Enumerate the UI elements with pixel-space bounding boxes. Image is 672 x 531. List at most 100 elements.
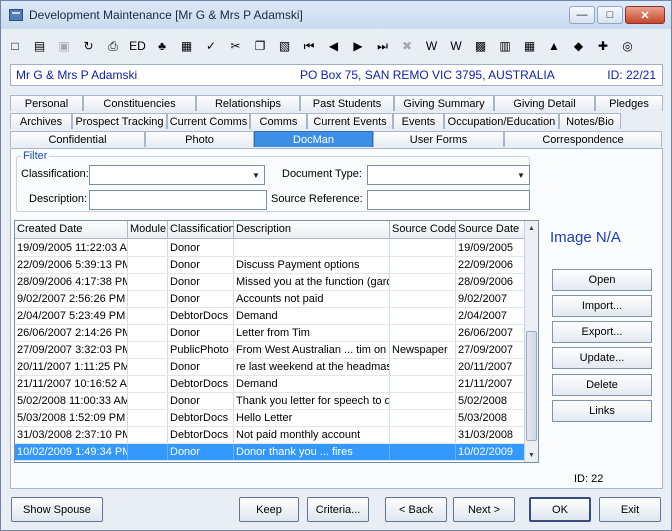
table-cell: DebtorDocs <box>168 427 234 443</box>
criteria-button[interactable]: Criteria... <box>307 497 369 522</box>
column-header-source-code[interactable]: Source Code <box>390 221 456 239</box>
alert-icon[interactable]: ▲ <box>544 36 564 56</box>
table-cell: Hello Letter <box>234 410 390 426</box>
print-icon[interactable]: ⎙ <box>103 36 123 56</box>
table-row[interactable]: 19/09/2005 11:22:03 A Donor 19/09/2005 <box>15 240 525 257</box>
open-folder-icon[interactable]: ▤ <box>30 36 50 56</box>
column-header-created-date[interactable]: Created Date <box>15 221 128 239</box>
tab-comms[interactable]: Comms <box>250 113 307 129</box>
tab-notes-bio[interactable]: Notes/Bio <box>559 113 621 129</box>
preview-icon[interactable]: ◎ <box>618 36 638 56</box>
links-button[interactable]: Links <box>552 400 652 422</box>
chevron-down-icon[interactable]: ▼ <box>248 166 264 184</box>
word-doc-icon[interactable]: W <box>446 36 466 56</box>
column-header-description[interactable]: Description <box>234 221 390 239</box>
tab-pledges[interactable]: Pledges <box>595 95 663 111</box>
vertical-scrollbar[interactable]: ▲ ▼ <box>524 221 538 462</box>
maximize-button[interactable]: □ <box>597 6 623 24</box>
documents-grid[interactable]: Created Date Module Classification Descript… <box>14 220 539 463</box>
ok-button[interactable]: OK <box>529 497 591 522</box>
import-button[interactable]: Import... <box>552 295 652 317</box>
tab-user-forms[interactable]: User Forms <box>373 131 504 147</box>
cut-icon[interactable]: ✂ <box>226 36 246 56</box>
keep-button[interactable]: Keep <box>239 497 299 522</box>
table-cell: re last weekend at the headmas <box>236 359 390 375</box>
show-spouse-button[interactable]: Show Spouse <box>11 497 103 522</box>
calendar-icon[interactable]: ▦ <box>520 36 540 56</box>
table-cell: 28/09/2006 4:17:38 PM <box>17 274 128 290</box>
description-input[interactable] <box>89 190 267 210</box>
scroll-thumb[interactable] <box>526 331 537 441</box>
table-row[interactable]: 2/04/2007 5:23:49 PM DebtorDocs Demand 2/04… <box>15 308 525 325</box>
close-button[interactable]: ✕ <box>625 6 665 24</box>
table-row[interactable]: 5/02/2008 11:00:33 AM Donor Thank you lett… <box>15 393 525 410</box>
tab-events[interactable]: Events <box>393 113 444 129</box>
paste-icon[interactable]: ▧ <box>275 36 295 56</box>
clipboard-icon[interactable]: ▥ <box>495 36 515 56</box>
source-reference-label: Source Reference: <box>271 193 363 205</box>
column-header-module[interactable]: Module <box>128 221 168 239</box>
open-button[interactable]: Open <box>552 269 652 291</box>
delete-button[interactable]: Delete <box>552 374 652 396</box>
tab-correspondence[interactable]: Correspondence <box>504 131 662 147</box>
exit-button[interactable]: Exit <box>599 497 661 522</box>
word-icon[interactable]: W <box>422 36 442 56</box>
tab-confidential[interactable]: Confidential <box>10 131 145 147</box>
table-cell <box>128 308 168 324</box>
export-button[interactable]: Export... <box>552 321 652 343</box>
table-row[interactable]: 5/03/2008 1:52:09 PM DebtorDocs Hello Lett… <box>15 410 525 427</box>
copy-icon[interactable]: ❐ <box>250 36 270 56</box>
tab-current-comms[interactable]: Current Comms <box>167 113 250 129</box>
tab-past-students[interactable]: Past Students <box>300 95 394 111</box>
table-row[interactable]: 28/09/2006 4:17:38 PM Donor Missed you at … <box>15 274 525 291</box>
table-row[interactable]: 21/11/2007 10:16:52 A DebtorDocs Demand 21/… <box>15 376 525 393</box>
edit-icon[interactable]: ED <box>128 36 148 56</box>
title-bar[interactable]: Development Maintenance [Mr G & Mrs P Ad… <box>1 1 671 29</box>
tab-personal[interactable]: Personal <box>10 95 83 111</box>
update-button[interactable]: Update... <box>552 347 652 369</box>
new-icon[interactable]: □ <box>5 36 25 56</box>
next-record-icon[interactable]: ▶ <box>348 36 368 56</box>
scroll-down-icon[interactable]: ▼ <box>525 448 538 462</box>
document-type-select[interactable]: ▼ <box>367 165 530 185</box>
tab-current-events[interactable]: Current Events <box>307 113 393 129</box>
table-row[interactable]: 26/06/2007 2:14:26 PM Donor Letter from Ti… <box>15 325 525 342</box>
column-header-source-date[interactable]: Source Date <box>456 221 525 239</box>
spellcheck-icon[interactable]: ✓ <box>201 36 221 56</box>
tab-photo[interactable]: Photo <box>145 131 254 147</box>
add-user-icon[interactable]: ✚ <box>593 36 613 56</box>
table-row[interactable]: 22/09/2006 5:39:13 PM Donor Discuss Paymen… <box>15 257 525 274</box>
previous-record-icon[interactable]: ◀ <box>324 36 344 56</box>
tab-giving-summary[interactable]: Giving Summary <box>394 95 494 111</box>
last-record-icon[interactable]: ⏭ <box>373 36 393 56</box>
refresh-icon[interactable]: ↻ <box>79 36 99 56</box>
table-row[interactable]: 27/09/2007 3:32:03 PM PublicPhoto From Wes… <box>15 342 525 359</box>
save-icon[interactable]: ▣ <box>54 36 74 56</box>
minimize-button[interactable]: — <box>569 6 595 24</box>
column-header-classification[interactable]: Classification <box>168 221 234 239</box>
tree-icon[interactable]: ♣ <box>152 36 172 56</box>
scroll-up-icon[interactable]: ▲ <box>525 221 538 235</box>
calculator-icon[interactable]: ▦ <box>177 36 197 56</box>
back-button[interactable]: < Back <box>385 497 447 522</box>
table-row[interactable]: 31/03/2008 2:37:10 PM DebtorDocs Not paid … <box>15 427 525 444</box>
next-button[interactable]: Next > <box>453 497 515 522</box>
tab-constituencies[interactable]: Constituencies <box>83 95 196 111</box>
excel-icon[interactable]: ▩ <box>471 36 491 56</box>
tab-archives[interactable]: Archives <box>10 113 72 129</box>
tab-occupation-education[interactable]: Occupation/Education <box>444 113 559 129</box>
first-record-icon[interactable]: ⏮ <box>299 36 319 56</box>
tab-prospect-tracking[interactable]: Prospect Tracking <box>72 113 167 129</box>
source-reference-input[interactable] <box>367 190 530 210</box>
tab-giving-detail[interactable]: Giving Detail <box>494 95 595 111</box>
tab-docman[interactable]: DocMan <box>254 131 373 147</box>
table-row[interactable]: 9/02/2007 2:56:26 PM Donor Accounts not pa… <box>15 291 525 308</box>
chevron-down-icon[interactable]: ▼ <box>513 166 529 184</box>
tag-icon[interactable]: ◆ <box>569 36 589 56</box>
tab-relationships[interactable]: Relationships <box>196 95 300 111</box>
classification-select[interactable]: ▼ <box>89 165 265 185</box>
table-cell <box>390 240 456 256</box>
table-row[interactable]: 20/11/2007 1:11:25 PM Donor re last weeken… <box>15 359 525 376</box>
table-row[interactable]: 10/02/2009 1:49:34 PM Donor Donor thank yo… <box>15 444 525 461</box>
delete-icon[interactable]: ✖ <box>397 36 417 56</box>
